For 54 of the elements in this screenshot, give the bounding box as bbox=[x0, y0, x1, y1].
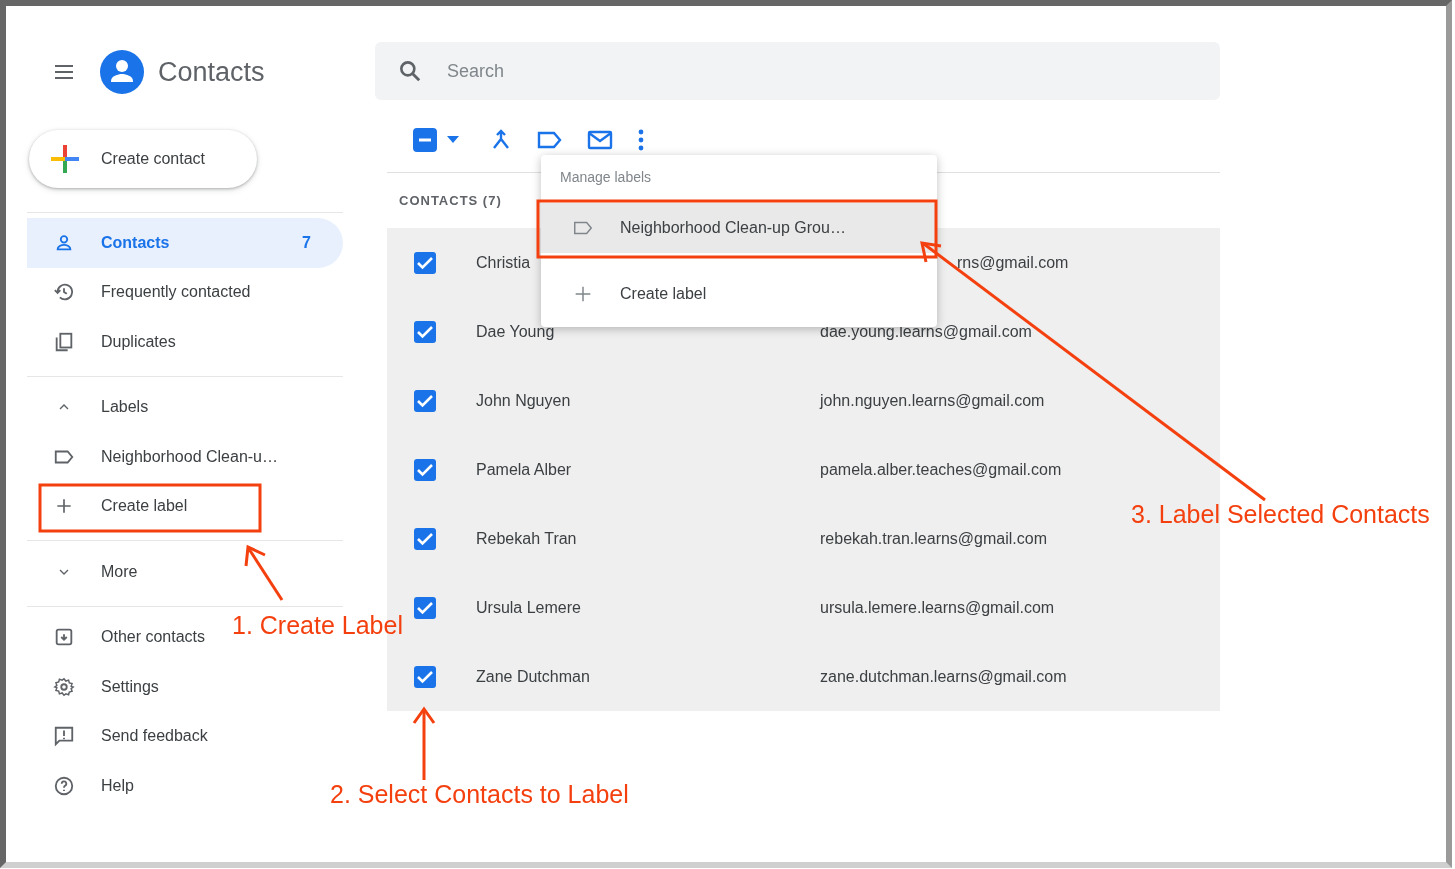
checkbox[interactable] bbox=[413, 250, 437, 275]
checkbox[interactable] bbox=[413, 595, 437, 620]
contact-email: rebekah.tran.learns@gmail.com bbox=[820, 529, 1047, 548]
feedback-icon bbox=[53, 725, 75, 748]
checkbox[interactable] bbox=[413, 526, 437, 551]
contact-name: John Nguyen bbox=[476, 391, 572, 410]
sidebar-item[interactable]: Labels bbox=[27, 382, 157, 432]
contact-name: Rebekah Tran bbox=[476, 529, 578, 548]
contact-email: pamela.alber.teaches@gmail.com bbox=[820, 460, 1062, 479]
contact-name: Pamela Alber bbox=[476, 460, 573, 479]
copy-icon bbox=[53, 330, 75, 353]
checkbox[interactable] bbox=[413, 664, 437, 689]
sidebar-item[interactable]: More bbox=[27, 547, 146, 597]
sidebar-item[interactable]: Other contacts bbox=[27, 612, 214, 662]
person-logo-icon bbox=[100, 50, 144, 94]
contact-email: dae.young.learns@gmail.com bbox=[820, 322, 1032, 341]
annotation-label: 3. Label Selected Contacts bbox=[1131, 500, 1430, 529]
contact-email: john.nguyen.learns@gmail.com bbox=[820, 391, 1045, 410]
sidebar-item[interactable]: Frequently contacted bbox=[27, 267, 259, 317]
checkbox[interactable] bbox=[413, 457, 437, 482]
search-field[interactable]: Search bbox=[375, 42, 1220, 100]
annotation-label: 2. Select Contacts to Label bbox=[330, 780, 629, 809]
sidebar-item[interactable]: Duplicates bbox=[27, 317, 184, 367]
search-icon bbox=[397, 58, 423, 84]
sidebar-item[interactable]: Help bbox=[27, 761, 142, 811]
mail-icon[interactable] bbox=[587, 128, 613, 152]
app-title: Contacts bbox=[158, 56, 265, 88]
annotation-arrow bbox=[244, 544, 284, 601]
settings-icon bbox=[53, 675, 75, 698]
contact-name: Christia bbox=[476, 253, 532, 272]
sidebar-item[interactable]: Send feedback bbox=[27, 711, 216, 761]
menu-title: Manage labels bbox=[559, 168, 653, 187]
contact-name: Ursula Lemere bbox=[476, 598, 582, 617]
list-heading: CONTACTS (7) bbox=[399, 193, 502, 208]
sidebar-item[interactable]: Create label bbox=[27, 481, 196, 531]
contact-email: ursula.lemere.learns@gmail.com bbox=[820, 598, 1055, 617]
contact-count: 7 bbox=[302, 233, 311, 252]
checkbox[interactable] bbox=[413, 319, 437, 344]
caret-icon[interactable] bbox=[447, 136, 459, 144]
menu-item[interactable]: Create label bbox=[541, 269, 937, 319]
contact-email: zane.dutchman.learns@gmail.com bbox=[820, 667, 1067, 686]
checkbox[interactable] bbox=[413, 388, 437, 413]
sidebar-item[interactable]: Contacts 7 bbox=[27, 218, 343, 268]
sidebar-item[interactable]: Settings bbox=[27, 662, 167, 712]
select-all-checkbox[interactable] bbox=[413, 128, 437, 152]
sidebar-item[interactable]: Neighborhood Clean-u… bbox=[27, 432, 286, 482]
create-contact-button[interactable]: Create contact bbox=[29, 130, 257, 188]
contact-name: Dae Young bbox=[476, 322, 556, 341]
contact-name: Zane Dutchman bbox=[476, 667, 591, 686]
help-icon bbox=[53, 774, 75, 797]
menu-item[interactable]: Neighborhood Clean-up Grou… bbox=[541, 203, 937, 253]
annotation-label: 1. Create Label bbox=[232, 611, 403, 640]
contact-email: rns@gmail.com bbox=[957, 253, 1069, 272]
more-icon[interactable] bbox=[637, 128, 645, 152]
